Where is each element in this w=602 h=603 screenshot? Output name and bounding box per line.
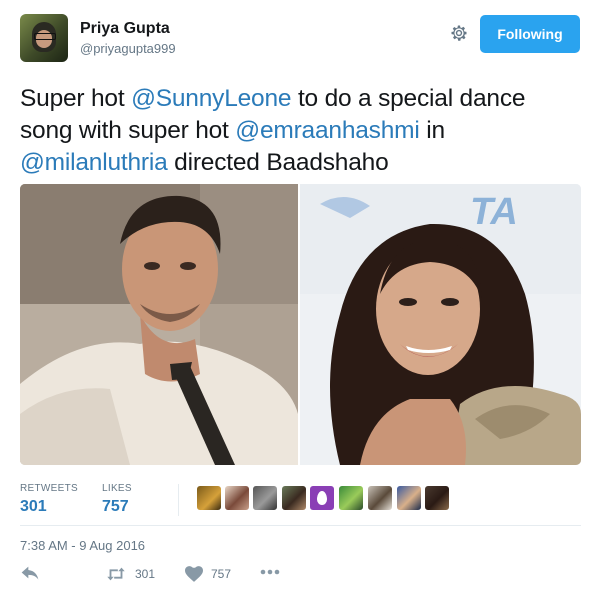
photo-right[interactable]: TA	[300, 184, 581, 465]
tweet-text-segment: Super hot	[20, 85, 132, 112]
mention-link[interactable]: @emraanhashmi	[235, 117, 420, 144]
liker-avatar[interactable]	[397, 486, 421, 510]
avatar-glasses	[34, 33, 56, 40]
author-avatar[interactable]	[20, 14, 68, 62]
like-count: 757	[211, 567, 232, 581]
likes-count[interactable]: 757	[102, 498, 129, 516]
tweet-media[interactable]: TA	[20, 184, 581, 465]
svg-text:TA: TA	[470, 191, 518, 233]
more-icon	[260, 569, 280, 575]
liker-avatar[interactable]	[225, 486, 249, 510]
like-button[interactable]: 757	[185, 566, 231, 582]
retweet-count: 301	[135, 567, 156, 581]
tweet-timestamp[interactable]: 7:38 AM - 9 Aug 2016	[20, 538, 145, 553]
tweet-actions: 301 757	[20, 566, 320, 588]
liker-avatar[interactable]	[197, 486, 221, 510]
author-name[interactable]: Priya Gupta	[80, 20, 170, 38]
reply-icon	[21, 566, 39, 580]
reply-button[interactable]	[20, 566, 40, 584]
tweet-text: Super hot @SunnyLeone to do a special da…	[20, 83, 580, 179]
tweet-text-segment: directed Baadshaho	[167, 149, 389, 176]
stats-divider	[178, 484, 179, 516]
photo-left[interactable]	[20, 184, 298, 465]
retweets-count[interactable]: 301	[20, 498, 47, 516]
mention-link[interactable]: @SunnyLeone	[131, 85, 291, 112]
more-button[interactable]	[260, 569, 280, 575]
heart-icon	[185, 566, 203, 582]
likes-label: LIKES	[102, 483, 132, 494]
retweets-label: RETWEETS	[20, 483, 78, 494]
egg-icon	[317, 491, 327, 505]
liker-avatar[interactable]	[368, 486, 392, 510]
retweet-button[interactable]: 301	[105, 566, 155, 582]
liker-avatar[interactable]	[253, 486, 277, 510]
retweet-icon	[107, 567, 125, 581]
stats-bottom-divider	[20, 525, 581, 526]
following-button[interactable]: Following	[480, 15, 580, 53]
liker-avatar[interactable]	[282, 486, 306, 510]
liker-avatar[interactable]	[310, 486, 334, 510]
mention-link[interactable]: @milanluthria	[20, 149, 168, 176]
liker-avatar[interactable]	[425, 486, 449, 510]
liker-avatar[interactable]	[339, 486, 363, 510]
tweet-text-segment: in	[419, 117, 445, 144]
author-handle[interactable]: @priyagupta999	[80, 41, 176, 56]
gear-icon[interactable]	[449, 23, 469, 43]
